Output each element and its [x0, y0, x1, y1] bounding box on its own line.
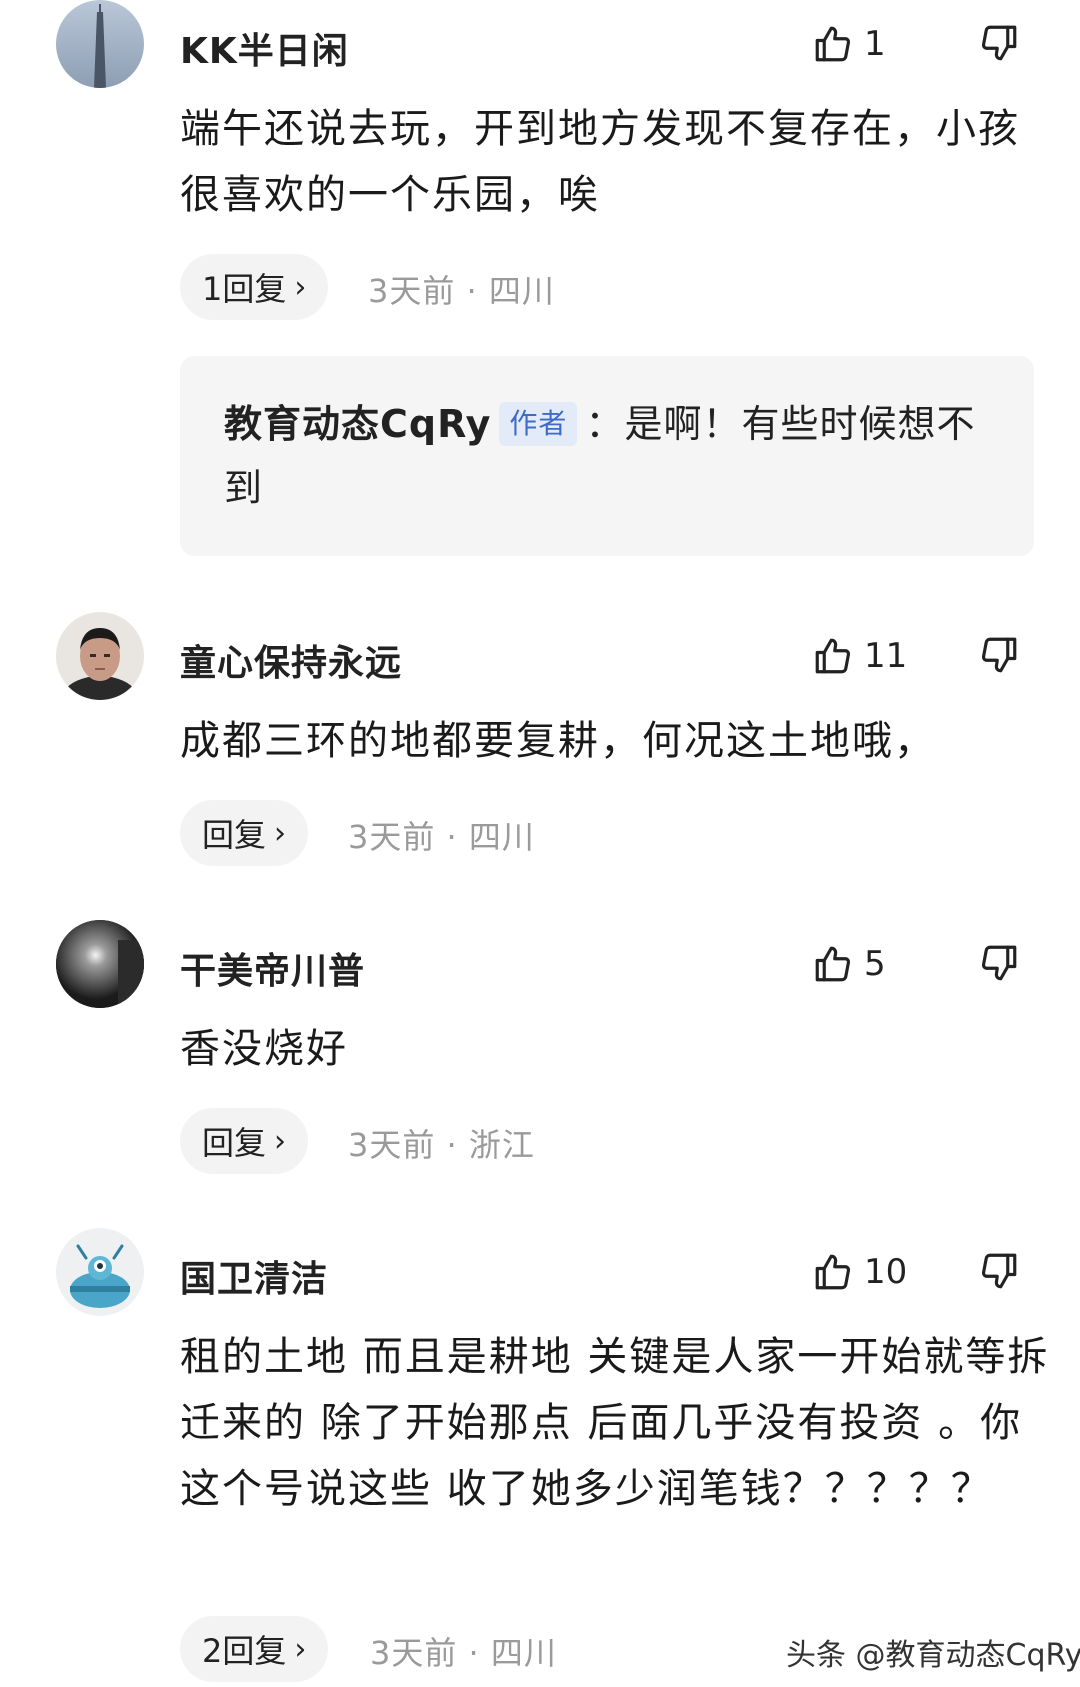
like-button[interactable]: 5 — [812, 940, 886, 988]
chevron-right-icon: › — [274, 1123, 287, 1159]
dislike-button[interactable] — [978, 22, 1022, 70]
person-avatar-image — [56, 612, 144, 700]
reply-author-name[interactable]: 教育动态CqRy — [224, 402, 491, 446]
reply-button[interactable]: 回复 › — [180, 800, 309, 866]
thumbs-up-icon — [812, 943, 854, 985]
cartoon-avatar-image — [56, 1228, 144, 1316]
reply-label: 2回复 — [202, 1632, 287, 1670]
thumbs-down-icon — [978, 942, 1022, 984]
comment-text: 端午还说去玩，开到地方发现不复存在，小孩很喜欢的一个乐园，唉 — [180, 106, 1020, 218]
username[interactable]: KK半日闲 — [180, 22, 349, 74]
like-button[interactable]: 1 — [812, 20, 886, 68]
reply-label: 1回复 — [202, 270, 287, 308]
thumbs-down-icon — [978, 634, 1022, 676]
comment-text: 成都三环的地都要复耕，何况这土地哦， — [180, 718, 936, 764]
avatar[interactable] — [56, 612, 144, 700]
like-count: 1 — [864, 24, 886, 64]
like-count: 11 — [864, 636, 908, 676]
comments-page: KK半日闲 1 端午还说去玩，开到地方发现不复存在，小孩很喜欢的一个乐园，唉 1… — [0, 0, 1080, 1687]
avatar[interactable] — [56, 1228, 144, 1316]
comment-text: 租的土地 而且是耕地 关键是人家一开始就等拆迁来的 除了开始那点 后面几乎没有投… — [180, 1334, 1050, 1512]
username[interactable]: 干美帝川普 — [180, 942, 365, 994]
watermark: 头条 @教育动态CqRy — [786, 1638, 1080, 1673]
tower-avatar-image — [56, 0, 144, 88]
username[interactable]: 童心保持永远 — [180, 634, 402, 686]
reply-label: 回复 — [202, 816, 267, 854]
thumbs-down-icon — [978, 1250, 1022, 1292]
dislike-button[interactable] — [978, 634, 1022, 682]
avatar[interactable] — [56, 0, 144, 88]
like-count: 5 — [864, 944, 886, 984]
like-button[interactable]: 10 — [812, 1248, 907, 1296]
comment-text: 香没烧好 — [180, 1026, 348, 1072]
chevron-right-icon: › — [294, 269, 307, 305]
like-button[interactable]: 11 — [812, 632, 907, 680]
dark-photo-avatar-image — [56, 920, 144, 1008]
dislike-button[interactable] — [978, 942, 1022, 990]
like-count: 10 — [864, 1252, 908, 1292]
avatar[interactable] — [56, 920, 144, 1008]
author-reply-box[interactable]: 教育动态CqRy 作者 ：是啊！有些时候想不到 — [180, 356, 1034, 556]
thumbs-up-icon — [812, 1251, 854, 1293]
comment-meta: 3天前 · 四川 — [370, 1634, 557, 1672]
thumbs-up-icon — [812, 635, 854, 677]
reply-button[interactable]: 2回复 › — [180, 1616, 329, 1682]
comment-meta: 3天前 · 四川 — [368, 272, 555, 310]
author-badge: 作者 — [499, 402, 578, 446]
reply-label: 回复 — [202, 1124, 267, 1162]
chevron-right-icon: › — [294, 1631, 307, 1667]
dislike-button[interactable] — [978, 1250, 1022, 1298]
comment-meta: 3天前 · 浙江 — [348, 1126, 535, 1164]
thumbs-up-icon — [812, 23, 854, 65]
username[interactable]: 国卫清洁 — [180, 1250, 328, 1302]
comment-meta: 3天前 · 四川 — [348, 818, 535, 856]
thumbs-down-icon — [978, 22, 1022, 64]
chevron-right-icon: › — [274, 815, 287, 851]
reply-button[interactable]: 1回复 › — [180, 254, 329, 320]
reply-button[interactable]: 回复 › — [180, 1108, 309, 1174]
author-reply-content: 教育动态CqRy 作者 ：是啊！有些时候想不到 — [224, 392, 984, 520]
